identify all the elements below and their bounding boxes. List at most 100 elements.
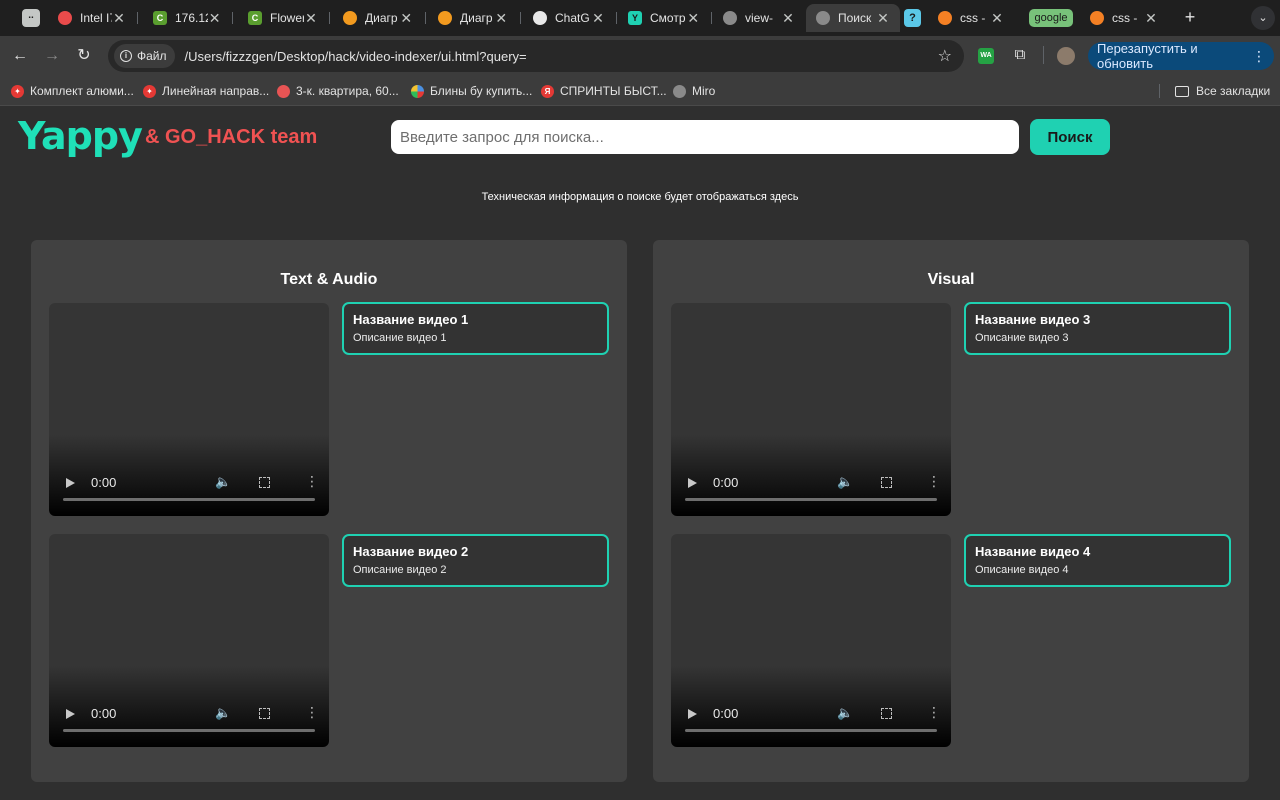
video-result-card[interactable]: Название видео 3 Описание видео 3 <box>964 302 1231 355</box>
close-icon[interactable]: ✕ <box>687 10 700 27</box>
bookmark-item[interactable]: ✦ Комплект алюми... <box>11 84 134 98</box>
close-icon[interactable]: ✕ <box>781 10 795 27</box>
tab-view[interactable]: view- ✕ <box>713 4 805 32</box>
reload-icon[interactable]: ↻ <box>72 44 96 68</box>
video-time: 0:00 <box>91 706 117 721</box>
video-player[interactable]: 0:00 🔈 ⋮ <box>49 534 329 747</box>
close-icon[interactable]: ✕ <box>990 10 1004 27</box>
tab-diagram-2[interactable]: Диагр ✕ <box>428 4 518 32</box>
fullscreen-icon[interactable] <box>259 708 270 719</box>
video-result-card[interactable]: Название видео 1 Описание видео 1 <box>342 302 609 355</box>
relaunch-update-button[interactable]: Перезапустить и обновить ⋮ <box>1088 41 1274 71</box>
tab-search-chevron-icon[interactable]: ⌄ <box>1251 6 1275 30</box>
play-icon[interactable] <box>688 478 697 488</box>
tab-divider <box>520 12 521 24</box>
bookmark-item[interactable]: 3-к. квартира, 60... <box>277 84 399 98</box>
video-player[interactable]: 0:00 🔈 ⋮ <box>671 534 951 747</box>
volume-icon[interactable]: 🔈 <box>837 474 853 490</box>
video-result-card[interactable]: Название видео 4 Описание видео 4 <box>964 534 1231 587</box>
address-bar[interactable]: i Файл /Users/fizzzgen/Desktop/hack/vide… <box>108 40 964 72</box>
tab-group-chip[interactable]: .. <box>22 9 40 27</box>
play-icon[interactable] <box>66 478 75 488</box>
more-vert-icon[interactable]: ⋮ <box>305 473 319 489</box>
video-time: 0:00 <box>91 475 117 490</box>
video-controls: 0:00 🔈 ⋮ <box>671 687 951 747</box>
video-progress-track[interactable] <box>63 729 315 732</box>
tab-yappy[interactable]: Y Смотр ✕ <box>618 4 710 32</box>
tab-176[interactable]: C 176.12 ✕ <box>143 4 231 32</box>
url-text[interactable]: /Users/fizzzgen/Desktop/hack/video-index… <box>185 49 527 64</box>
folder-icon <box>1175 85 1189 97</box>
info-icon: i <box>120 50 132 62</box>
more-vert-icon[interactable]: ⋮ <box>927 473 941 489</box>
tab-flower[interactable]: C Flower ✕ <box>238 4 328 32</box>
close-icon[interactable]: ✕ <box>400 10 413 27</box>
bookmark-item[interactable]: Блины бу купить... <box>411 84 532 98</box>
whatsapp-extension-icon[interactable]: WA <box>978 48 994 64</box>
search-input[interactable] <box>391 120 1019 154</box>
team-label: & GO_HACK team <box>145 126 318 148</box>
tab-chatgpt[interactable]: ChatG ✕ <box>523 4 615 32</box>
video-progress-track[interactable] <box>685 498 937 501</box>
volume-icon[interactable]: 🔈 <box>215 474 231 490</box>
tab-css-1[interactable]: css - ✕ <box>928 4 1014 32</box>
close-icon[interactable]: ✕ <box>591 10 605 27</box>
avito-icon <box>277 84 290 98</box>
all-bookmarks-button[interactable]: Все закладки <box>1175 84 1270 98</box>
panel-title: Text & Audio <box>280 271 378 288</box>
play-icon[interactable] <box>688 709 697 719</box>
video-title: Название видео 3 <box>975 312 1091 327</box>
tab-diagram-1[interactable]: Диагр ✕ <box>333 4 423 32</box>
video-player[interactable]: 0:00 🔈 ⋮ <box>49 303 329 516</box>
close-icon[interactable]: ✕ <box>112 10 126 27</box>
tab-strip: .. Intel I7 ✕ C 176.12 ✕ C Flower ✕ Диаг… <box>0 0 1280 36</box>
bookmark-item[interactable]: Я СПРИНТЫ БЫСТ... <box>541 84 667 98</box>
google-tab-group-chip[interactable]: google <box>1029 9 1073 27</box>
site-info-chip[interactable]: i Файл <box>114 44 175 68</box>
all-bookmarks-label: Все закладки <box>1196 84 1271 98</box>
video-progress-track[interactable] <box>63 498 315 501</box>
volume-icon[interactable]: 🔈 <box>837 705 853 721</box>
yappy-logo: Yappy <box>18 114 143 158</box>
extensions-puzzle-icon[interactable]: ⧉ <box>1010 45 1030 65</box>
back-arrow-icon[interactable]: ← <box>8 44 32 68</box>
video-result-card[interactable]: Название видео 2 Описание видео 2 <box>342 534 609 587</box>
more-vert-icon[interactable]: ⋮ <box>305 704 319 720</box>
bookmark-item[interactable]: Miro <box>673 84 715 98</box>
video-title: Название видео 4 <box>975 544 1091 559</box>
more-vert-icon[interactable]: ⋮ <box>1252 48 1266 65</box>
bookmark-star-icon[interactable]: ☆ <box>938 46 952 66</box>
globe-icon <box>723 11 737 25</box>
volume-icon[interactable]: 🔈 <box>215 705 231 721</box>
close-icon[interactable]: ✕ <box>208 10 221 27</box>
stack-overflow-icon <box>938 11 952 25</box>
tab-search-active[interactable]: Поиск ✕ <box>806 4 900 32</box>
globe-icon <box>816 11 830 25</box>
video-player[interactable]: 0:00 🔈 ⋮ <box>671 303 951 516</box>
bookmark-item[interactable]: ✦ Линейная направ... <box>143 84 269 98</box>
help-tab-chip[interactable]: ? <box>904 9 921 27</box>
visual-panel: Visual 0:00 🔈 ⋮ Название видео 3 Описани… <box>653 240 1249 782</box>
forward-arrow-icon[interactable]: → <box>40 44 64 68</box>
tab-title: css - <box>960 11 986 25</box>
close-icon[interactable]: ✕ <box>495 10 508 27</box>
close-icon[interactable]: ✕ <box>1144 10 1158 27</box>
new-tab-button[interactable]: + <box>1180 8 1200 26</box>
video-progress-track[interactable] <box>685 729 937 732</box>
fullscreen-icon[interactable] <box>259 477 270 488</box>
fullscreen-icon[interactable] <box>881 708 892 719</box>
play-icon[interactable] <box>66 709 75 719</box>
search-button[interactable]: Поиск <box>1030 119 1110 155</box>
more-vert-icon[interactable]: ⋮ <box>927 704 941 720</box>
video-time: 0:00 <box>713 475 739 490</box>
stack-overflow-icon <box>1090 11 1104 25</box>
tab-css-2[interactable]: css - ✕ <box>1080 4 1168 32</box>
profile-avatar[interactable] <box>1057 47 1075 65</box>
yappy-icon: Y <box>628 11 642 25</box>
diagram-icon <box>343 11 357 25</box>
tech-info-text: Техническая информация о поиске будет от… <box>481 191 799 203</box>
fullscreen-icon[interactable] <box>881 477 892 488</box>
close-icon[interactable]: ✕ <box>304 10 318 27</box>
tab-intel[interactable]: Intel I7 ✕ <box>48 4 136 32</box>
close-icon[interactable]: ✕ <box>876 10 890 27</box>
